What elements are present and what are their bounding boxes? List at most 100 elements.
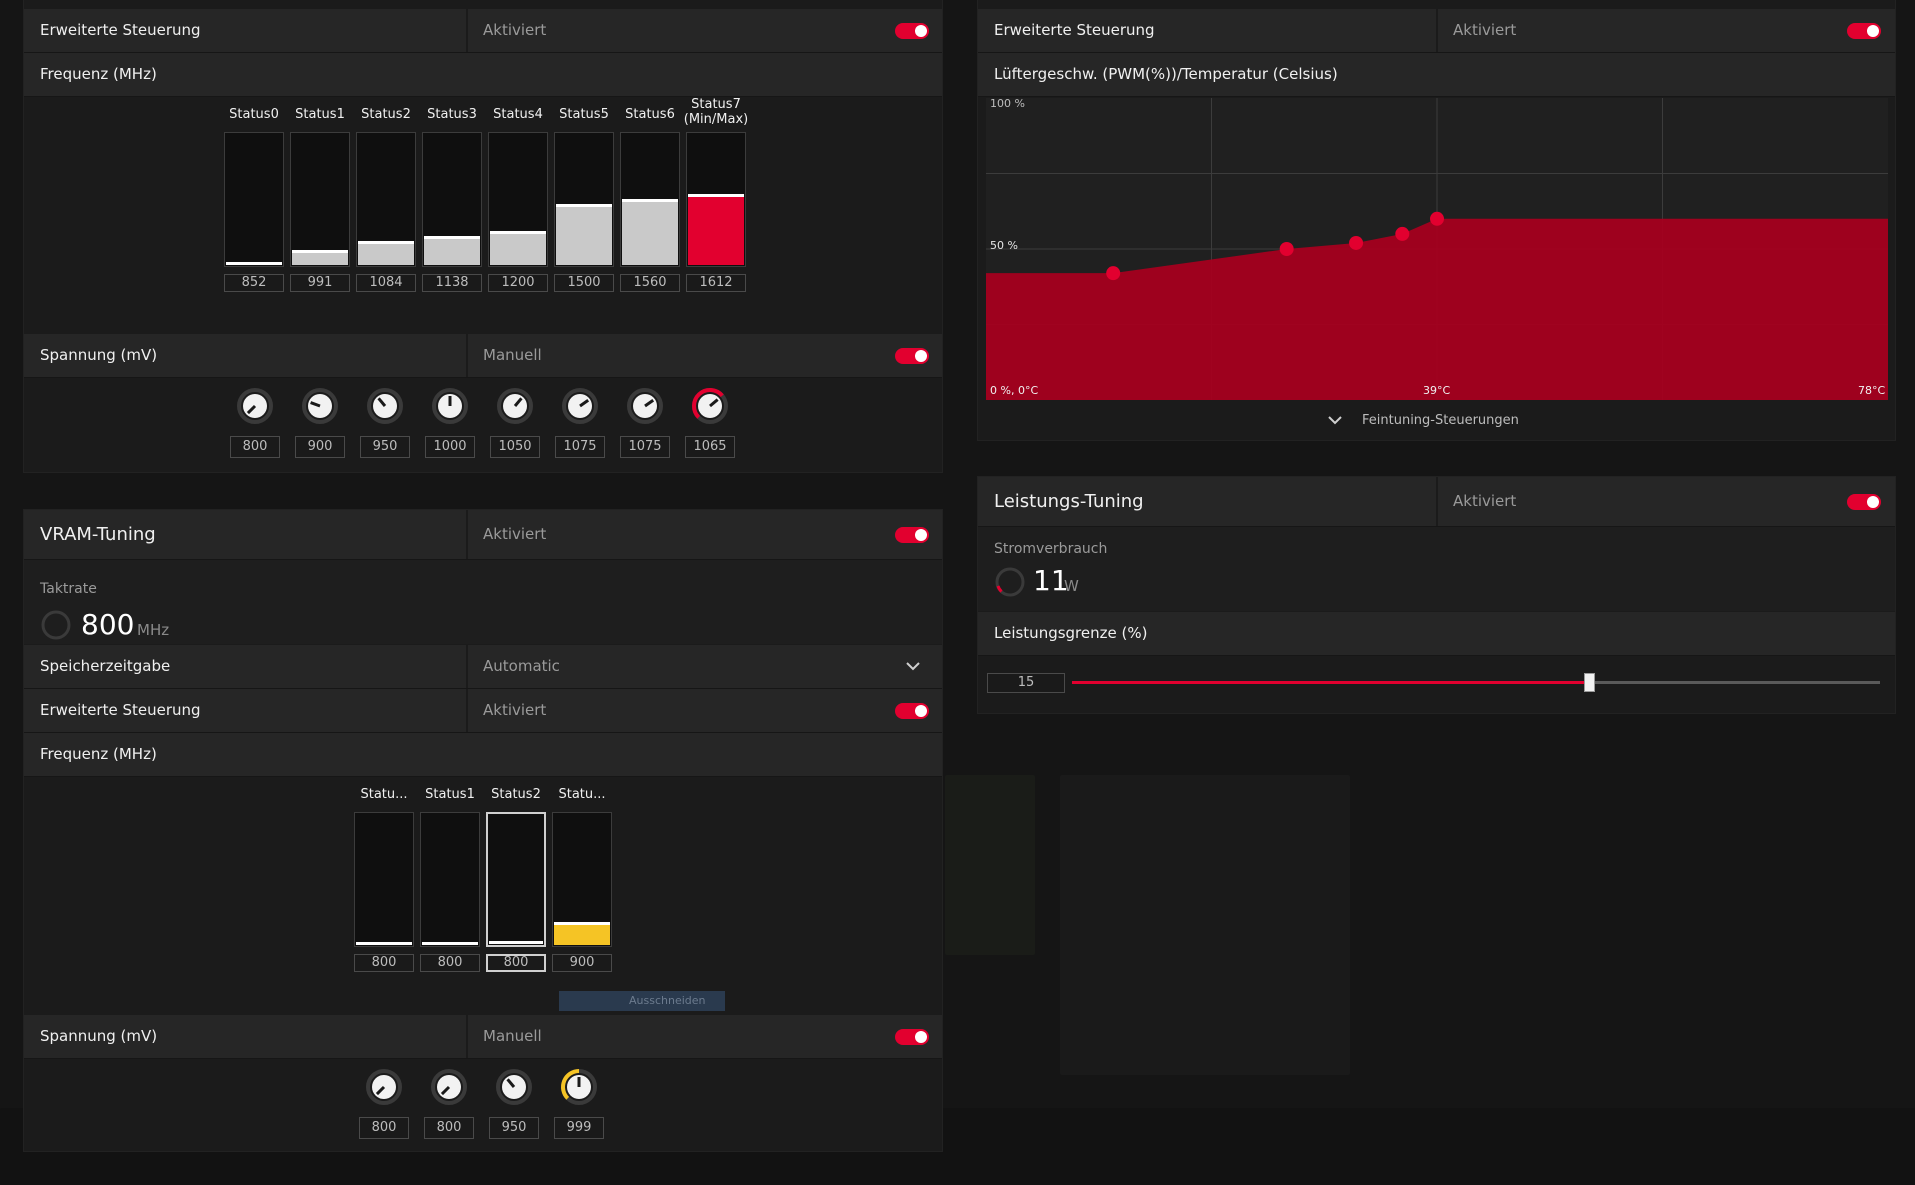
power-title: Leistungs-Tuning <box>994 491 1144 512</box>
state-bar[interactable] <box>486 812 546 947</box>
state-value-input[interactable]: 1138 <box>422 274 482 292</box>
state-bar[interactable] <box>356 132 416 267</box>
state-bar[interactable] <box>290 132 350 267</box>
fan-advanced-toggle[interactable] <box>1847 23 1881 39</box>
state-bar-level[interactable] <box>554 922 610 925</box>
vram-timing-row[interactable]: Speicherzeitgabe Automatic <box>24 645 942 689</box>
power-limit-input[interactable]: 15 <box>987 673 1065 693</box>
chevron-down-icon[interactable] <box>906 661 920 671</box>
voltage-value-input[interactable]: 950 <box>360 436 410 458</box>
state-bar-level[interactable] <box>424 236 480 239</box>
state-value-input[interactable]: 852 <box>224 274 284 292</box>
voltage-knob[interactable] <box>235 386 275 426</box>
state-bar[interactable] <box>554 132 614 267</box>
vram-voltage-label: Spannung (mV) <box>40 1027 158 1045</box>
gpu-advanced-label: Erweiterte Steuerung <box>40 21 201 39</box>
voltage-knob[interactable] <box>559 1067 599 1107</box>
voltage-value-input[interactable]: 800 <box>230 436 280 458</box>
state-value-input[interactable]: 800 <box>420 954 480 972</box>
vram-advanced-row: Erweiterte Steuerung Aktiviert <box>24 689 942 733</box>
state-value-input[interactable]: 991 <box>290 274 350 292</box>
gpu-voltage-mode: Manuell <box>483 346 542 364</box>
state-bar[interactable] <box>488 132 548 267</box>
fan-curve-chart[interactable]: 100 % 50 % 0 %, 0°C 39°C 78°C <box>986 98 1888 400</box>
state-bar[interactable] <box>224 132 284 267</box>
power-limit-thumb[interactable] <box>1584 673 1596 692</box>
voltage-value-input[interactable]: 1075 <box>555 436 605 458</box>
fan-curve-point[interactable] <box>1106 266 1121 281</box>
state-bar-level[interactable] <box>226 262 282 265</box>
state-value-input[interactable]: 800 <box>486 954 546 972</box>
divider <box>466 334 468 377</box>
voltage-knob[interactable] <box>430 386 470 426</box>
toggle-knob <box>915 705 927 717</box>
voltage-knob[interactable] <box>364 1067 404 1107</box>
background-tile <box>1060 775 1350 1075</box>
state-bar-level[interactable] <box>556 204 612 207</box>
voltage-value-input[interactable]: 1075 <box>620 436 670 458</box>
power-limit-track-fill <box>1072 681 1590 684</box>
vram-advanced-toggle[interactable] <box>895 703 929 719</box>
state-bar-level[interactable] <box>688 194 744 197</box>
vram-title-row: VRAM-Tuning Aktiviert <box>24 510 942 560</box>
gpu-advanced-toggle[interactable] <box>895 23 929 39</box>
voltage-value-input[interactable]: 999 <box>554 1117 604 1139</box>
state-value-input[interactable]: 800 <box>354 954 414 972</box>
fan-curve-point[interactable] <box>1279 242 1294 256</box>
vram-advanced-value: Aktiviert <box>483 701 547 719</box>
voltage-knob[interactable] <box>495 386 535 426</box>
voltage-value-input[interactable]: 800 <box>424 1117 474 1139</box>
voltage-value-input[interactable]: 1050 <box>490 436 540 458</box>
state-bar-level[interactable] <box>622 199 678 202</box>
state-bar[interactable] <box>354 812 414 947</box>
voltage-value-input[interactable]: 900 <box>295 436 345 458</box>
state-bar-level[interactable] <box>422 942 478 945</box>
power-toggle[interactable] <box>1847 494 1881 510</box>
power-consumption-unit: W <box>1064 577 1079 595</box>
voltage-value-input[interactable]: 1000 <box>425 436 475 458</box>
power-gauge-icon <box>995 567 1025 597</box>
voltage-knob[interactable] <box>429 1067 469 1107</box>
vram-voltage-toggle[interactable] <box>895 1029 929 1045</box>
state-bar-level[interactable] <box>292 250 348 253</box>
vram-clock-value: 800 <box>81 608 135 641</box>
voltage-knob[interactable] <box>365 386 405 426</box>
voltage-knob[interactable] <box>690 386 730 426</box>
vram-voltage-knobs: 800 800 950 999 <box>24 1059 942 1149</box>
voltage-knob[interactable] <box>560 386 600 426</box>
state-bar[interactable] <box>422 132 482 267</box>
vram-toggle[interactable] <box>895 527 929 543</box>
fan-curve-point[interactable] <box>1395 226 1410 241</box>
state-bar[interactable] <box>686 132 746 267</box>
power-consumption-label: Stromverbrauch <box>994 541 1108 557</box>
state-bar[interactable] <box>420 812 480 947</box>
divider <box>466 9 468 52</box>
state-bar-level[interactable] <box>490 231 546 234</box>
state-value-input[interactable]: 1500 <box>554 274 614 292</box>
state-value-input[interactable]: 1560 <box>620 274 680 292</box>
fan-curve-point[interactable] <box>1430 211 1444 226</box>
voltage-knob[interactable] <box>625 386 665 426</box>
state-bar-level[interactable] <box>358 241 414 244</box>
voltage-knob[interactable] <box>300 386 340 426</box>
state-value-input[interactable]: 900 <box>552 954 612 972</box>
toggle-knob <box>915 350 927 362</box>
power-limit-track[interactable] <box>1072 673 1880 692</box>
state-value-input[interactable]: 1200 <box>488 274 548 292</box>
voltage-knob[interactable] <box>494 1067 534 1107</box>
state-bar[interactable] <box>552 812 612 947</box>
voltage-value-input[interactable]: 1065 <box>685 436 735 458</box>
fan-curve-point[interactable] <box>1349 235 1364 250</box>
gpu-voltage-toggle[interactable] <box>895 348 929 364</box>
state-bar[interactable] <box>620 132 680 267</box>
state-value-input[interactable]: 1612 <box>686 274 746 292</box>
state-bar-level[interactable] <box>356 942 412 945</box>
fine-tuning-toggle[interactable]: Feintuning-Steuerungen <box>978 406 1895 436</box>
voltage-value-input[interactable]: 950 <box>489 1117 539 1139</box>
state-value-input[interactable]: 1084 <box>356 274 416 292</box>
y-tick-50: 50 % <box>990 239 1018 252</box>
state-bar-fill <box>622 202 678 265</box>
vram-timing-value[interactable]: Automatic <box>483 645 560 688</box>
state-bar-level[interactable] <box>489 941 543 944</box>
voltage-value-input[interactable]: 800 <box>359 1117 409 1139</box>
